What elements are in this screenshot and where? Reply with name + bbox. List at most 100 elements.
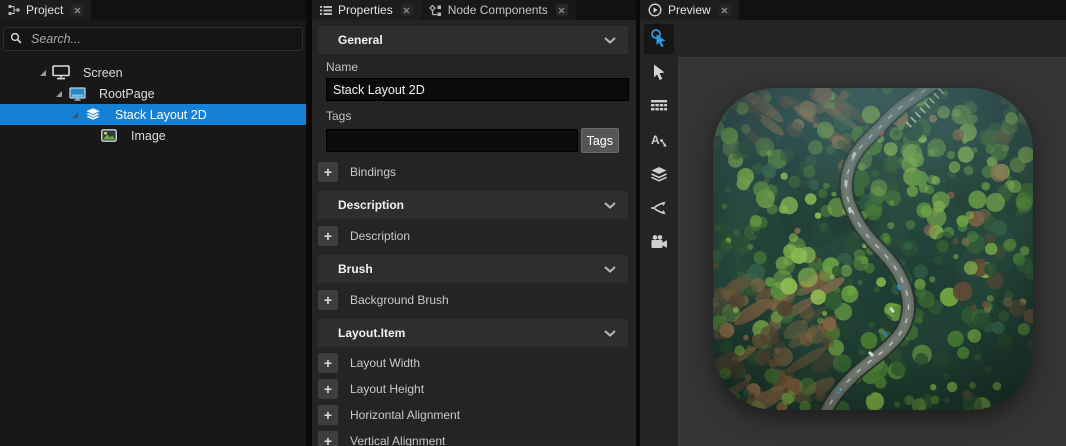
tab-preview[interactable]: Preview — [640, 0, 739, 20]
close-tab-icon[interactable] — [719, 4, 731, 16]
close-tab-icon[interactable] — [401, 4, 413, 16]
name-field-label: Name — [326, 60, 636, 76]
chevron-down-icon[interactable] — [604, 262, 616, 276]
tree-item-label: Stack Layout 2D — [115, 108, 207, 122]
layers-icon — [650, 166, 668, 185]
section-title: Brush — [338, 262, 373, 276]
vertical-alignment-row: + Vertical Alignment — [318, 431, 628, 446]
tree-item-label: Screen — [83, 66, 123, 80]
horizontal-alignment-label: Horizontal Alignment — [350, 408, 460, 422]
layout-height-row: + Layout Height — [318, 379, 628, 399]
preview-panel: Preview — [640, 0, 1066, 446]
connections-tool-button[interactable] — [644, 194, 674, 224]
arrow-cursor-icon — [650, 63, 668, 84]
stack-layout-icon — [84, 107, 102, 123]
section-title: Layout.Item — [338, 326, 405, 340]
section-header-general[interactable]: General — [318, 26, 628, 54]
layout-width-label: Layout Width — [350, 356, 420, 370]
tree-item-screen[interactable]: Screen — [0, 62, 306, 83]
add-vertical-alignment-button[interactable]: + — [318, 431, 338, 446]
tab-project[interactable]: Project — [0, 0, 91, 20]
close-tab-icon[interactable] — [556, 4, 568, 16]
vertical-alignment-label: Vertical Alignment — [350, 434, 445, 446]
application-window: Project — [0, 0, 1066, 446]
add-description-button[interactable]: + — [318, 226, 338, 246]
search-icon — [10, 32, 22, 47]
screen-icon — [52, 65, 70, 81]
description-label: Description — [350, 229, 410, 243]
tree-item-rootpage[interactable]: RootPage — [0, 83, 306, 104]
section-title: General — [338, 33, 383, 47]
image-icon — [100, 128, 118, 144]
table-tool-button[interactable] — [644, 92, 674, 122]
tags-input[interactable] — [326, 129, 578, 152]
properties-list-icon — [320, 5, 332, 16]
layout-width-row: + Layout Width — [318, 353, 628, 373]
add-background-brush-button[interactable]: + — [318, 290, 338, 310]
project-tabbar: Project — [0, 0, 306, 20]
name-input[interactable] — [326, 78, 629, 101]
section-title: Description — [338, 198, 404, 212]
camera-tool-button[interactable] — [644, 228, 674, 258]
tab-node-components[interactable]: Node Components — [421, 0, 576, 20]
horizontal-alignment-row: + Horizontal Alignment — [318, 405, 628, 425]
preview-image — [713, 88, 1033, 410]
add-horizontal-alignment-button[interactable]: + — [318, 405, 338, 425]
background-brush-label: Background Brush — [350, 293, 449, 307]
preview-canvas — [678, 57, 1066, 446]
interact-tool-button[interactable] — [644, 24, 674, 54]
close-tab-icon[interactable] — [71, 4, 83, 16]
search-box[interactable] — [3, 27, 303, 51]
expander-icon[interactable] — [54, 90, 64, 98]
tab-node-components-label: Node Components — [448, 3, 548, 17]
tags-field-label: Tags — [326, 109, 636, 125]
tree-item-label: RootPage — [99, 87, 155, 101]
chevron-down-icon[interactable] — [604, 33, 616, 47]
description-row: + Description — [318, 226, 628, 246]
section-header-layout-item[interactable]: Layout.Item — [318, 319, 628, 347]
expander-icon[interactable] — [70, 111, 80, 119]
select-tool-button[interactable] — [644, 58, 674, 88]
page-icon — [68, 86, 86, 102]
tree-item-stack-layout-2d[interactable]: Stack Layout 2D — [0, 104, 306, 125]
layers-tool-button[interactable] — [644, 160, 674, 190]
project-tree-area: Screen RootPage — [0, 20, 306, 446]
svg-text:A: A — [651, 133, 660, 147]
bindings-label: Bindings — [350, 165, 396, 179]
properties-content: General Name Tags Tags + Bindings Descri… — [312, 20, 636, 446]
text-analyze-icon: A — [650, 131, 668, 152]
section-header-brush[interactable]: Brush — [318, 255, 628, 283]
section-header-description[interactable]: Description — [318, 191, 628, 219]
tags-button[interactable]: Tags — [581, 128, 619, 153]
tree-item-image[interactable]: Image — [0, 125, 306, 146]
project-tree: Screen RootPage — [0, 62, 306, 146]
properties-tabbar: Properties Node Components — [312, 0, 636, 20]
tab-properties[interactable]: Properties — [312, 0, 421, 20]
project-icon — [8, 4, 20, 16]
tags-field-row: Tags — [326, 128, 619, 153]
search-input[interactable] — [29, 31, 296, 47]
preview-tabbar: Preview — [640, 0, 1066, 20]
background-brush-row: + Background Brush — [318, 290, 628, 310]
tab-project-label: Project — [26, 3, 63, 17]
chevron-down-icon[interactable] — [604, 326, 616, 340]
preview-play-icon — [648, 3, 662, 17]
table-grid-icon — [650, 99, 668, 116]
chevron-down-icon[interactable] — [604, 198, 616, 212]
project-panel: Project — [0, 0, 306, 446]
connections-icon — [650, 200, 668, 219]
layout-height-label: Layout Height — [350, 382, 424, 396]
node-components-icon — [429, 4, 442, 16]
preview-toolbar: A — [640, 20, 678, 446]
add-layout-width-button[interactable]: + — [318, 353, 338, 373]
add-bindings-button[interactable]: + — [318, 162, 338, 182]
interact-cursor-icon — [649, 28, 669, 51]
expander-icon[interactable] — [38, 69, 48, 77]
preview-content: A — [640, 20, 1066, 446]
bindings-row: + Bindings — [318, 162, 628, 182]
tab-properties-label: Properties — [338, 3, 393, 17]
tab-preview-label: Preview — [668, 3, 711, 17]
text-analyze-tool-button[interactable]: A — [644, 126, 674, 156]
camera-icon — [650, 234, 668, 253]
add-layout-height-button[interactable]: + — [318, 379, 338, 399]
